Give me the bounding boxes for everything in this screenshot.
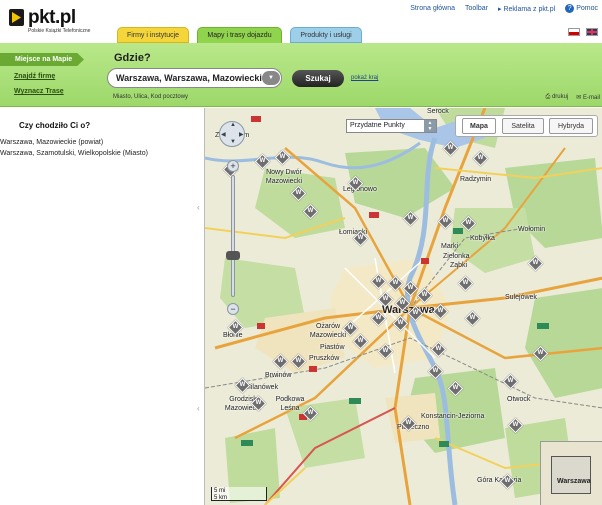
overview-viewport[interactable] — [551, 456, 591, 494]
overview-map[interactable]: Warszawa — [540, 441, 602, 505]
search-label: Gdzie? — [114, 52, 151, 64]
scale-km: 5 km — [214, 495, 228, 501]
map-type-map-button[interactable]: Mapa — [462, 118, 496, 134]
overview-label: Warszawa — [557, 478, 591, 485]
nav-znajdz-firme[interactable]: Znajdź firmę — [14, 73, 55, 80]
map-type-hybrid-button[interactable]: Hybryda — [549, 118, 593, 134]
zoom-out-button[interactable]: − — [227, 303, 239, 315]
show-country-link[interactable]: pokaż kraj — [351, 75, 378, 81]
pan-left-icon[interactable]: ◀ — [221, 131, 226, 138]
pan-up-icon[interactable]: ▲ — [230, 122, 236, 128]
language-flags — [568, 28, 598, 36]
pan-control[interactable]: ▲ ▼ ◀ ▶ — [219, 121, 245, 147]
tab-produkty[interactable]: Produkty i usługi — [290, 27, 362, 43]
pan-down-icon[interactable]: ▼ — [230, 139, 236, 145]
pan-right-icon[interactable]: ▶ — [239, 131, 244, 138]
location-search-input[interactable] — [107, 68, 282, 88]
nav-miejsce-na-mapie[interactable]: Miejsce na Mapie — [0, 53, 84, 66]
zoom-slider-thumb[interactable] — [226, 251, 240, 260]
map-actions: ⎙ drukuj ✉ E-mail — [545, 94, 600, 101]
map-nav: Miejsce na Mapie Znajdź firmę Wyznacz Tr… — [0, 43, 85, 107]
top-links: Strona główna Toolbar ▸ Reklama z pkt.pl… — [410, 4, 598, 13]
suggestions-question: Czy chodziło Ci o? — [19, 121, 91, 130]
nav-wyznacz-trase[interactable]: Wyznacz Trasę — [14, 88, 64, 95]
english-flag-icon[interactable] — [586, 28, 598, 36]
scale-miles: 5 mi — [214, 488, 226, 494]
map-scale: 5 mi 5 km — [211, 487, 267, 501]
poi-select[interactable]: Przydatne Punkty ▲ ▼ — [346, 119, 437, 133]
tab-mapy[interactable]: Mapy i trasy dojazdu — [197, 27, 282, 44]
polish-flag-icon[interactable] — [568, 28, 580, 36]
envelope-icon: ✉ — [576, 95, 583, 101]
help-link[interactable]: ? Pomoc — [565, 4, 598, 13]
select-arrows-icon: ▲ ▼ — [424, 120, 436, 132]
search-hint: Miasto, Ulica, Kod pocztowy — [113, 94, 189, 100]
tab-firmy[interactable]: Firmy i instytucje — [117, 27, 189, 43]
logo-text: pkt.pl — [28, 7, 76, 28]
suggestions-panel: Czy chodziło Ci o? Warszawa, Mazowieckie… — [0, 108, 204, 505]
home-link[interactable]: Strona główna — [410, 5, 455, 12]
help-icon: ? — [565, 4, 575, 13]
search-bar: Miejsce na Mapie Znajdź firmę Wyznacz Tr… — [0, 43, 602, 107]
search-button[interactable]: Szukaj — [292, 70, 344, 87]
print-link[interactable]: ⎙ drukuj — [545, 94, 568, 101]
poi-select-value: Przydatne Punkty — [350, 122, 405, 129]
map-type-satellite-button[interactable]: Satelita — [502, 118, 544, 134]
suggestion-item[interactable]: Warszawa, Szamotulski, Wielkopolskie (Mi… — [0, 150, 148, 157]
suggestion-item[interactable]: Warszawa, Mazowieckie (powiat) — [0, 139, 103, 146]
email-link[interactable]: ✉ E-mail — [576, 94, 600, 101]
dropdown-arrow-icon[interactable]: ▼ — [262, 71, 280, 85]
zoom-slider-track[interactable] — [231, 175, 235, 297]
map-canvas[interactable]: Serock Zakroczym Nowy Dwór Mazowiecki Le… — [204, 108, 602, 505]
toolbar-link[interactable]: Toolbar — [465, 5, 488, 12]
ads-link[interactable]: ▸ Reklama z pkt.pl — [498, 5, 555, 13]
header: pkt.pl Polskie Książki Telefoniczne Stro… — [0, 0, 602, 44]
logo-subtitle: Polskie Książki Telefoniczne — [28, 28, 91, 34]
logo-icon — [9, 9, 24, 26]
zoom-in-button[interactable]: + — [227, 160, 239, 172]
page: pkt.pl Polskie Książki Telefoniczne Stro… — [0, 0, 602, 505]
